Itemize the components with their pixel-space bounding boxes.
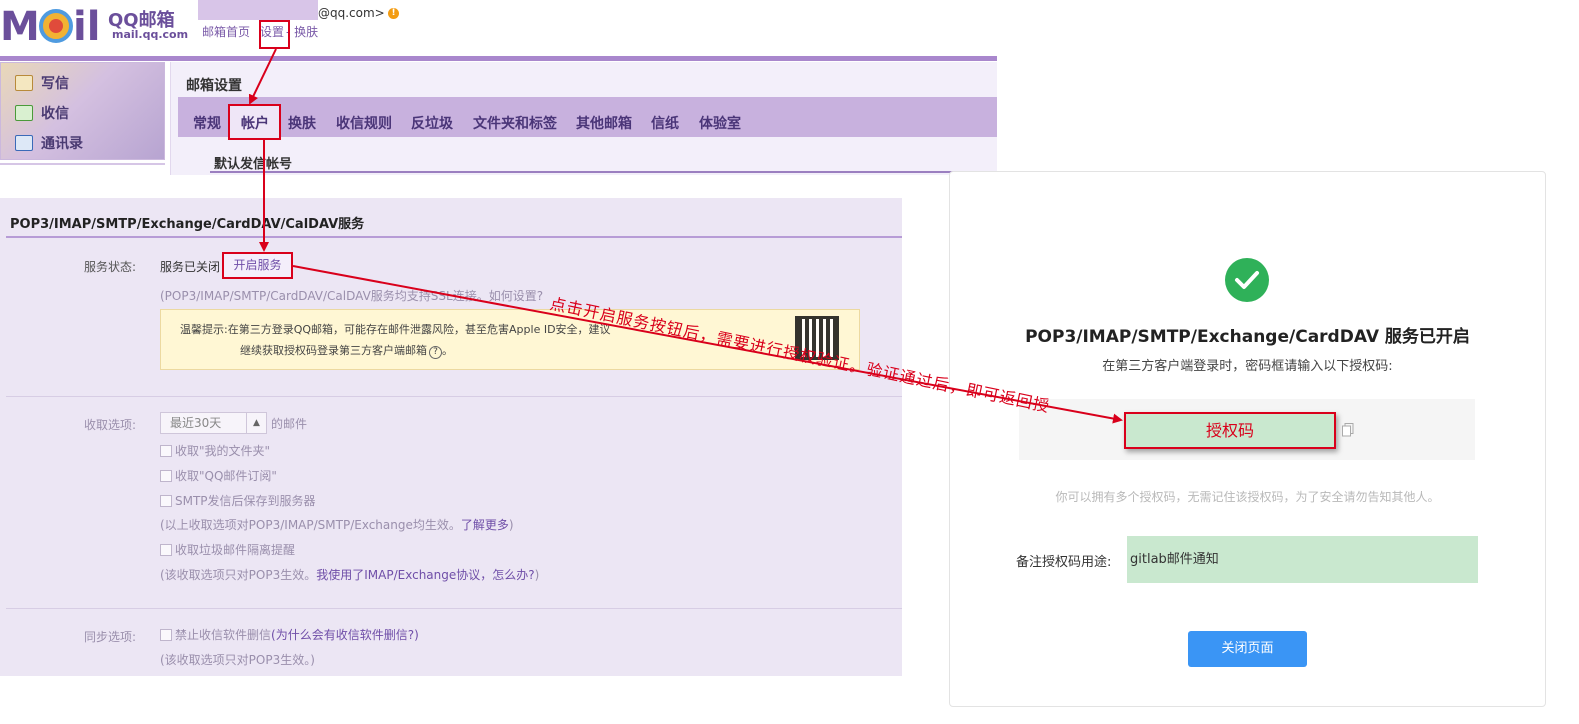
arrow-to-account-tab xyxy=(248,48,277,105)
settings-highlight-box xyxy=(259,20,290,49)
